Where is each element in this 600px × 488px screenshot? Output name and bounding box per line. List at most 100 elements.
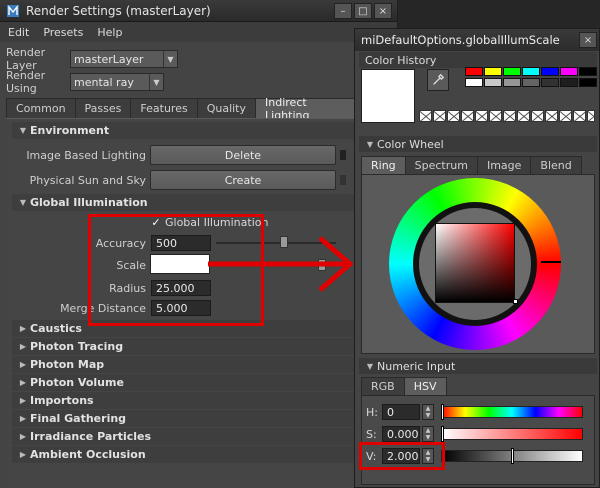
menu-presets[interactable]: Presets [35, 26, 89, 39]
color-chooser-titlebar[interactable]: miDefaultOptions.globalIllumScale [355, 29, 599, 51]
tab-quality[interactable]: Quality [196, 98, 257, 118]
numeric-input-label: Numeric Input [377, 359, 456, 373]
history-swatch[interactable] [579, 67, 597, 76]
empty-swatch[interactable] [503, 110, 516, 122]
s-field[interactable]: 0.000 [382, 426, 420, 442]
history-swatch[interactable] [484, 67, 502, 76]
ibl-label: Image Based Lighting [26, 149, 146, 162]
v-slider-handle[interactable] [511, 448, 514, 464]
empty-swatch[interactable] [517, 110, 530, 122]
menu-help[interactable]: Help [89, 26, 128, 39]
history-swatch[interactable] [503, 67, 521, 76]
maximize-button[interactable]: □ [354, 3, 372, 19]
expanded-triangle-icon: ▼ [19, 126, 27, 135]
render-layer-value: masterLayer [74, 52, 144, 66]
color-wheel-header[interactable]: ▼ Color Wheel [359, 136, 597, 152]
section-photon-tracing[interactable]: ▶ Photon Tracing [12, 338, 392, 355]
expanded-triangle-icon: ▼ [366, 139, 374, 149]
section-environment-label: Environment [30, 124, 110, 137]
tab-indirect-lighting[interactable]: Indirect Lighting [255, 96, 364, 122]
section-gi-label: Global Illumination [30, 196, 148, 209]
sun-sky-create-button[interactable]: Create [150, 170, 336, 190]
section-photon-volume[interactable]: ▶ Photon Volume [12, 374, 392, 391]
map-button-icon[interactable] [340, 150, 346, 160]
s-spinner[interactable]: ▲ ▼ [422, 426, 434, 442]
collapsed-triangle-icon: ▶ [19, 324, 27, 333]
chevron-down-icon: ▼ [163, 51, 177, 67]
history-swatch[interactable] [541, 78, 559, 87]
empty-swatch[interactable] [559, 110, 572, 122]
history-swatch[interactable] [503, 78, 521, 87]
empty-swatch[interactable] [447, 110, 460, 122]
render-layer-dropdown[interactable]: masterLayer ▼ [70, 50, 178, 68]
map-button-icon[interactable] [340, 175, 346, 185]
empty-swatch[interactable] [475, 110, 488, 122]
menu-edit[interactable]: Edit [0, 26, 35, 39]
empty-swatch[interactable] [587, 110, 595, 122]
empty-swatch[interactable] [531, 110, 544, 122]
history-swatch[interactable] [465, 78, 483, 87]
sv-picker-marker[interactable] [513, 299, 518, 304]
history-swatch[interactable] [522, 78, 540, 87]
s-gradient-slider[interactable] [441, 428, 583, 440]
section-photon-map[interactable]: ▶ Photon Map [12, 356, 392, 373]
section-label: Photon Tracing [30, 340, 124, 353]
h-gradient-slider[interactable] [441, 406, 583, 418]
color-history-header: Color History [359, 52, 597, 68]
h-field[interactable]: 0 [382, 404, 420, 420]
tab-rgb[interactable]: RGB [361, 377, 405, 395]
chevron-down-icon: ▼ [149, 74, 163, 90]
numeric-input-header[interactable]: ▼ Numeric Input [359, 358, 597, 374]
collapsed-triangle-icon: ▶ [19, 450, 27, 459]
minimize-button[interactable]: – [334, 3, 352, 19]
history-swatch[interactable] [465, 67, 483, 76]
tab-blend[interactable]: Blend [530, 156, 582, 174]
section-label: Irradiance Particles [30, 430, 152, 443]
s-slider-handle[interactable] [441, 426, 444, 442]
history-swatch[interactable] [541, 67, 559, 76]
color-history-label: Color History [365, 53, 437, 67]
empty-swatch[interactable] [489, 110, 502, 122]
history-swatch[interactable] [560, 78, 578, 87]
h-slider-handle[interactable] [441, 404, 444, 420]
section-importons[interactable]: ▶ Importons [12, 392, 392, 409]
tab-passes[interactable]: Passes [74, 98, 132, 118]
history-swatch[interactable] [560, 67, 578, 76]
h-label: H: [366, 406, 378, 419]
tab-spectrum[interactable]: Spectrum [404, 156, 478, 174]
tab-image[interactable]: Image [476, 156, 532, 174]
history-swatch[interactable] [484, 78, 502, 87]
section-irradiance-particles[interactable]: ▶ Irradiance Particles [12, 428, 392, 445]
annotation-arrow [208, 236, 354, 292]
section-final-gathering[interactable]: ▶ Final Gathering [12, 410, 392, 427]
menu-bar: Edit Presets Help [0, 22, 397, 42]
color-chooser-title: miDefaultOptions.globalIllumScale [361, 33, 560, 47]
history-swatch[interactable] [579, 78, 597, 87]
tab-hsv[interactable]: HSV [403, 377, 447, 395]
close-icon[interactable]: × [579, 32, 597, 48]
saturation-value-square[interactable] [435, 223, 515, 303]
section-environment[interactable]: ▼ Environment [12, 122, 392, 139]
tab-features[interactable]: Features [130, 98, 198, 118]
collapsed-triangle-icon: ▶ [19, 342, 27, 351]
hue-marker[interactable] [541, 261, 561, 263]
collapsed-triangle-icon: ▶ [19, 414, 27, 423]
eyedropper-icon[interactable] [427, 69, 449, 91]
tab-common[interactable]: Common [6, 98, 76, 118]
empty-swatch[interactable] [461, 110, 474, 122]
close-button[interactable]: × [374, 3, 392, 19]
empty-swatch[interactable] [433, 110, 446, 122]
empty-swatch[interactable] [545, 110, 558, 122]
render-using-label: Render Using [6, 69, 46, 95]
render-using-dropdown[interactable]: mental ray ▼ [70, 73, 164, 91]
history-swatch[interactable] [522, 67, 540, 76]
tab-ring[interactable]: Ring [361, 156, 406, 174]
ibl-delete-button[interactable]: Delete [150, 145, 336, 165]
h-spinner[interactable]: ▲ ▼ [422, 404, 434, 420]
empty-swatch[interactable] [573, 110, 586, 122]
section-ambient-occlusion[interactable]: ▶ Ambient Occlusion [12, 446, 392, 463]
section-global-illumination[interactable]: ▼ Global Illumination [12, 194, 392, 211]
empty-swatch[interactable] [419, 110, 432, 122]
expanded-triangle-icon: ▼ [19, 198, 27, 207]
sun-sky-label: Physical Sun and Sky [29, 174, 146, 187]
